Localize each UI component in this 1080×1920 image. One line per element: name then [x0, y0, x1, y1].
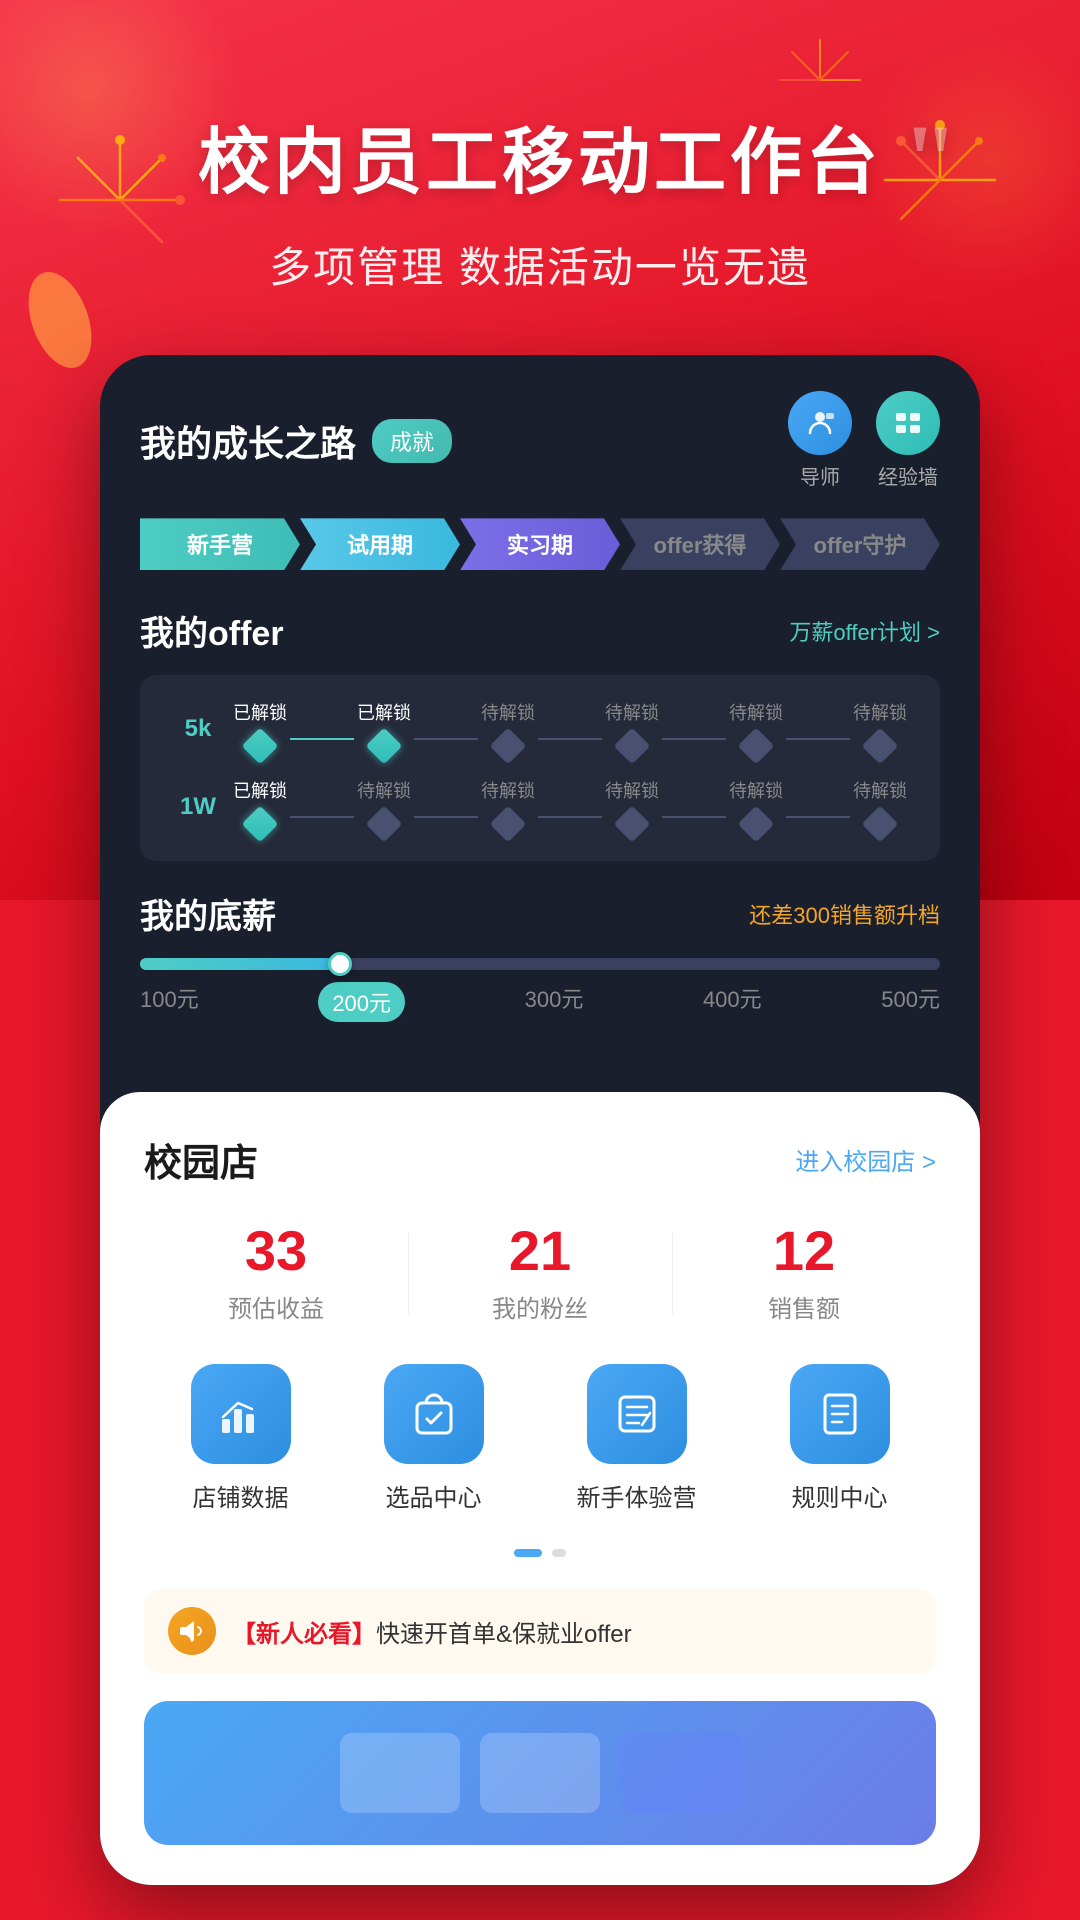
node-5k-5 [862, 728, 899, 765]
node-5k-1 [366, 728, 403, 765]
salary-label-4: 500元 [881, 982, 940, 1022]
experience-wall-item[interactable]: 经验墙 [876, 391, 940, 490]
store-title: 校园店 [144, 1132, 258, 1187]
stat-label-sales: 销售额 [672, 1289, 936, 1324]
salary-label-3: 400元 [703, 982, 762, 1022]
achievement-badge: 成就 [372, 419, 452, 463]
node-1w-2 [490, 806, 527, 843]
node-5k-2 [490, 728, 527, 765]
node-5k-0 [242, 728, 279, 765]
select-products-icon [384, 1364, 484, 1464]
page-dot-1 [552, 1549, 566, 1557]
page-dot-0 [514, 1549, 542, 1557]
stat-earnings: 33 预估收益 [144, 1223, 408, 1324]
bottom-card [144, 1701, 936, 1845]
action-label-rules: 规则中心 [792, 1478, 888, 1513]
phone-card: 我的成长之路 成就 导师 [100, 355, 980, 1885]
step-3[interactable]: offer获得 [620, 518, 780, 570]
action-label-store-data: 店铺数据 [193, 1478, 289, 1513]
newbie-camp-icon [587, 1364, 687, 1464]
bottom-card-block-1 [340, 1733, 460, 1813]
step-0[interactable]: 新手营 [140, 518, 300, 570]
experience-wall-icon [876, 391, 940, 455]
offer-row-5k: 5k 已解锁 已解锁 [168, 699, 912, 759]
action-grid: 店铺数据 选品中心 [144, 1364, 936, 1513]
hero-subtitle: 多项管理 数据活动一览无遗 [0, 234, 1080, 295]
node-1w-4 [738, 806, 775, 843]
salary-label-0: 100元 [140, 982, 199, 1022]
salary-section: 我的底薪 还差300销售额升档 100元 200元 300元 400元 500元 [140, 889, 940, 1054]
offer-label-1w: 1W [168, 793, 228, 821]
action-store-data[interactable]: 店铺数据 [191, 1364, 291, 1513]
offer-grid: 5k 已解锁 已解锁 [140, 675, 940, 861]
store-stats: 33 预估收益 21 我的粉丝 12 销售额 [144, 1223, 936, 1324]
node-1w-5 [862, 806, 899, 843]
action-select-products[interactable]: 选品中心 [384, 1364, 484, 1513]
hero-title: 校内员工移动工作台 [198, 120, 882, 206]
step-1[interactable]: 试用期 [300, 518, 460, 570]
salary-label-1: 200元 [318, 982, 405, 1022]
steps-bar: 新手营 试用期 实习期 offer获得 offer守护 [140, 518, 940, 570]
quote-mark: " [902, 100, 962, 220]
offer-row-1w: 1W 已解锁 待解锁 待解锁 [168, 777, 912, 837]
salary-hint: 还差300销售额升档 [749, 898, 940, 930]
stat-sales: 12 销售额 [672, 1223, 936, 1324]
mentor-label: 导师 [800, 461, 840, 490]
action-rules[interactable]: 规则中心 [790, 1364, 890, 1513]
offer-nodes-5k: 已解锁 已解锁 待解锁 [228, 699, 912, 759]
announcement-banner[interactable]: 【新人必看】快速开首单&保就业offer [144, 1589, 936, 1673]
node-1w-3 [614, 806, 651, 843]
announcement-icon [168, 1607, 216, 1655]
announcement-text: 【新人必看】快速开首单&保就业offer [232, 1614, 632, 1649]
stat-fans: 21 我的粉丝 [408, 1223, 672, 1324]
step-2[interactable]: 实习期 [460, 518, 620, 570]
salary-section-title: 我的底薪 [140, 889, 276, 938]
stat-label-fans: 我的粉丝 [408, 1289, 672, 1324]
experience-wall-label: 经验墙 [878, 461, 938, 490]
node-5k-3 [614, 728, 651, 765]
salary-labels: 100元 200元 300元 400元 500元 [140, 982, 940, 1022]
mentor-icon-item[interactable]: 导师 [788, 391, 852, 490]
mentor-icon [788, 391, 852, 455]
node-1w-0 [242, 806, 279, 843]
bottom-card-block-2 [480, 1733, 600, 1813]
store-data-icon [191, 1364, 291, 1464]
page-dots [144, 1549, 936, 1557]
step-4[interactable]: offer守护 [780, 518, 940, 570]
node-5k-4 [738, 728, 775, 765]
growth-section: 我的成长之路 成就 导师 [100, 355, 980, 1082]
offer-nodes-1w: 已解锁 待解锁 待解锁 [228, 777, 912, 837]
stat-label-earnings: 预估收益 [144, 1289, 408, 1324]
store-section: 校园店 进入校园店 > 33 预估收益 21 我的粉丝 12 销售额 [100, 1092, 980, 1885]
offer-label-5k: 5k [168, 715, 228, 743]
salary-label-2: 300元 [525, 982, 584, 1022]
bottom-card-block-3 [620, 1733, 740, 1813]
node-1w-1 [366, 806, 403, 843]
stat-number-fans: 21 [408, 1223, 672, 1279]
offer-section-title: 我的offer [140, 606, 284, 655]
stat-number-sales: 12 [672, 1223, 936, 1279]
enter-store-link[interactable]: 进入校园店 > [795, 1142, 936, 1177]
offer-plan-link[interactable]: 万薪offer计划 > [789, 615, 940, 647]
action-newbie-camp[interactable]: 新手体验营 [577, 1364, 697, 1513]
action-label-newbie: 新手体验营 [577, 1478, 697, 1513]
offer-section: 我的offer 万薪offer计划 > 5k 已解锁 [140, 606, 940, 861]
stat-number-earnings: 33 [144, 1223, 408, 1279]
action-label-select: 选品中心 [386, 1478, 482, 1513]
rules-icon [790, 1364, 890, 1464]
salary-bar [140, 958, 940, 970]
growth-section-title: 我的成长之路 [140, 415, 356, 467]
